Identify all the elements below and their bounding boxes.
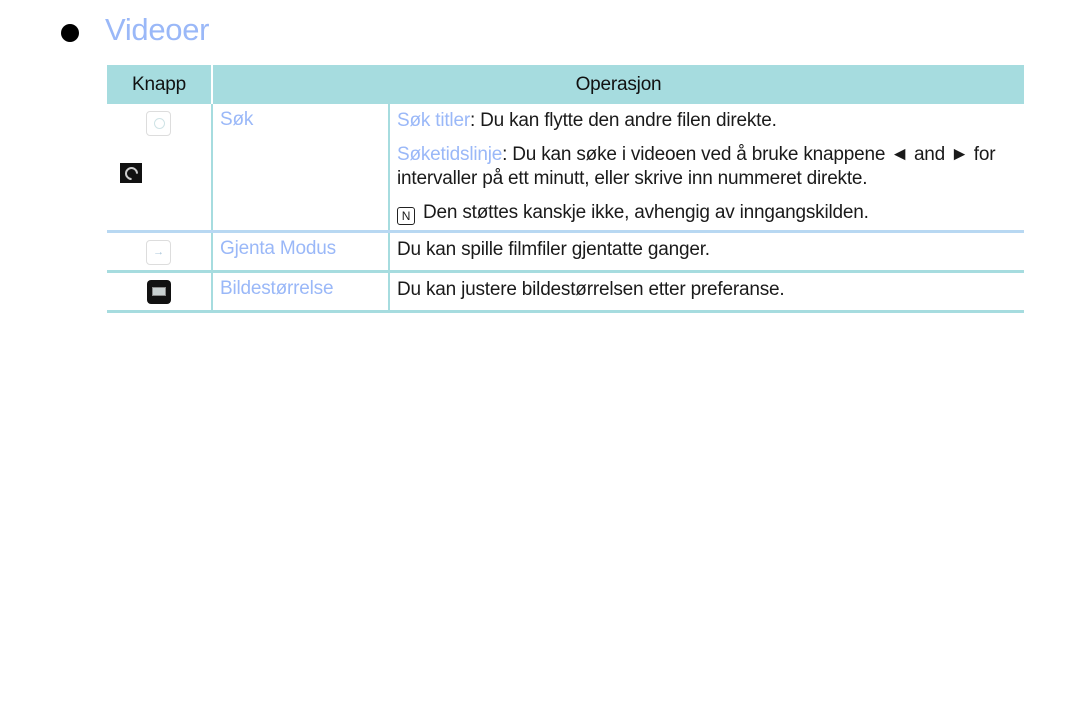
search-icon [146, 111, 171, 136]
table-row: Søk Søk titler: Du kan flytte den andre … [107, 104, 1024, 233]
header-operasjon: Operasjon [212, 65, 1024, 104]
button-cell [107, 104, 213, 233]
button-operation-table: Knapp Operasjon Søk Søk titler: Du kan f… [107, 65, 1024, 313]
function-name-cell: Gjenta Modus [212, 231, 390, 273]
bullet-icon [61, 24, 79, 42]
description-text: Du kan spille filmfiler gjentatte ganger… [397, 239, 710, 260]
function-name-cell: Bildestørrelse [212, 271, 390, 313]
function-name-cell: Søk [212, 104, 390, 233]
button-cell: → [107, 231, 213, 273]
note-icon: N [397, 207, 415, 225]
description-cell: Søk titler: Du kan flytte den andre file… [389, 104, 1024, 233]
note-text: Den støttes kanskje ikke, avhengig av in… [423, 202, 869, 223]
table-row: Bildestørrelse Du kan justere bildestørr… [107, 271, 1024, 313]
description-item: Søk titler: Du kan flytte den andre file… [397, 109, 1024, 133]
term-text: : Du kan flytte den andre filen direkte. [469, 110, 777, 131]
note: N Den støttes kanskje ikke, avhengig av i… [397, 201, 1024, 225]
function-name: Bildestørrelse [220, 278, 334, 299]
term: Søk titler [397, 110, 470, 131]
description-text: Du kan justere bildestørrelsen etter pre… [397, 279, 785, 300]
section-title: Videoer [105, 12, 210, 47]
function-name: Gjenta Modus [220, 238, 336, 259]
repeat-icon: → [146, 240, 171, 265]
description-cell: Du kan spille filmfiler gjentatte ganger… [389, 231, 1024, 273]
table-header-row: Knapp Operasjon [107, 65, 1024, 104]
header-knapp: Knapp [107, 65, 213, 104]
function-name: Søk [220, 109, 254, 130]
button-cell [107, 271, 213, 313]
term: Søketidslinje [397, 144, 503, 165]
timeline-icon [120, 163, 142, 183]
description-cell: Du kan justere bildestørrelsen etter pre… [389, 271, 1024, 313]
description-item: Søketidslinje: Du kan søke i videoen ved… [397, 143, 1024, 191]
table-row: → Gjenta Modus Du kan spille filmfiler g… [107, 231, 1024, 273]
picture-size-icon [147, 280, 171, 304]
